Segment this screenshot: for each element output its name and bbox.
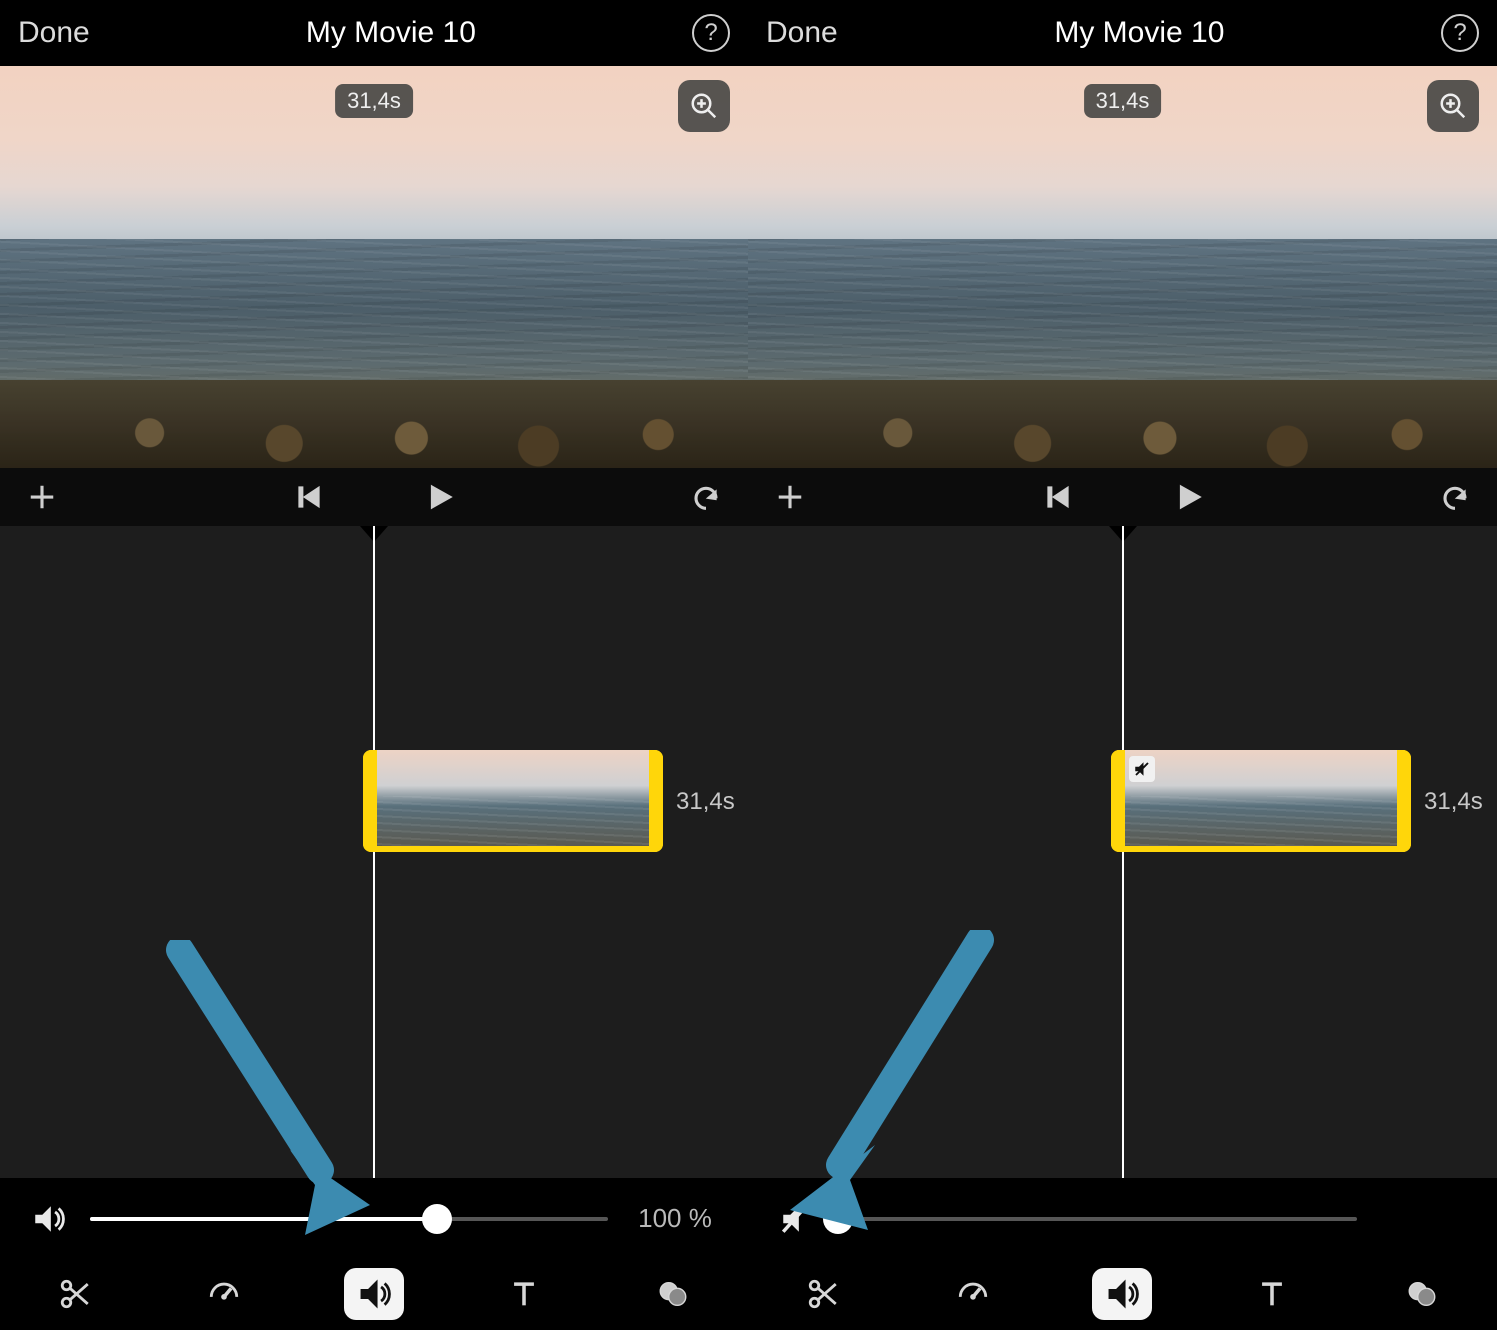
clip-duration-label: 31,4s [1424, 788, 1483, 816]
timeline[interactable]: 31,4s 100 % [0, 526, 748, 1330]
pane-left: Done My Movie 10 ? 31,4s [0, 0, 748, 1330]
play-button[interactable] [419, 477, 459, 517]
help-button[interactable]: ? [692, 14, 730, 52]
add-media-button[interactable] [22, 477, 62, 517]
undo-icon [1440, 482, 1470, 512]
speaker-icon [31, 1202, 65, 1236]
skip-to-start-icon [294, 482, 324, 512]
add-media-button[interactable] [770, 477, 810, 517]
edit-tabs [748, 1258, 1497, 1330]
volume-icon [1105, 1277, 1139, 1311]
top-bar: Done My Movie 10 ? [0, 0, 748, 66]
speaker-muted-icon [1133, 760, 1151, 778]
project-title: My Movie 10 [306, 16, 476, 50]
tab-cut[interactable] [45, 1268, 105, 1320]
volume-icon [357, 1277, 391, 1311]
clip-muted-badge [1129, 756, 1155, 782]
duration-badge: 31,4s [335, 84, 413, 118]
undo-button[interactable] [1435, 477, 1475, 517]
done-button[interactable]: Done [18, 16, 90, 50]
clip-trim-handle-right[interactable] [1397, 750, 1411, 852]
volume-slider[interactable] [90, 1199, 608, 1239]
playhead[interactable] [1122, 526, 1124, 1178]
play-icon [1173, 482, 1203, 512]
help-icon: ? [704, 19, 717, 47]
video-preview[interactable]: 31,4s [748, 66, 1497, 468]
done-button[interactable]: Done [766, 16, 838, 50]
volume-slider-thumb[interactable] [823, 1204, 853, 1234]
filters-icon [656, 1277, 690, 1311]
volume-slider-row [748, 1178, 1497, 1258]
playhead[interactable] [373, 526, 375, 1178]
transport-controls [748, 468, 1497, 526]
tab-cut[interactable] [793, 1268, 853, 1320]
scissors-icon [58, 1277, 92, 1311]
volume-icon-button[interactable] [776, 1199, 816, 1239]
tab-speed[interactable] [194, 1268, 254, 1320]
skip-to-start-button[interactable] [1038, 477, 1078, 517]
volume-percent-label: 100 % [630, 1203, 720, 1234]
top-bar: Done My Movie 10 ? [748, 0, 1497, 66]
timeline[interactable]: 31,4s [748, 526, 1497, 1330]
speedometer-icon [956, 1277, 990, 1311]
volume-slider-thumb[interactable] [422, 1204, 452, 1234]
play-icon [424, 482, 454, 512]
video-clip[interactable] [363, 750, 663, 852]
zoom-in-icon [1438, 91, 1468, 121]
zoom-in-icon [689, 91, 719, 121]
volume-slider-row: 100 % [0, 1178, 748, 1258]
undo-button[interactable] [686, 477, 726, 517]
tab-volume[interactable] [344, 1268, 404, 1320]
clip-trim-handle-left[interactable] [363, 750, 377, 852]
volume-slider[interactable] [838, 1199, 1357, 1239]
transport-controls [0, 468, 748, 526]
tab-speed[interactable] [943, 1268, 1003, 1320]
text-icon [1255, 1277, 1289, 1311]
zoom-in-button[interactable] [1427, 80, 1479, 132]
clip-duration-label: 31,4s [676, 788, 735, 816]
video-clip[interactable] [1111, 750, 1411, 852]
volume-icon-button[interactable] [28, 1199, 68, 1239]
edit-tabs [0, 1258, 748, 1330]
tab-text[interactable] [494, 1268, 554, 1320]
clip-thumbnails [1125, 750, 1397, 852]
speedometer-icon [207, 1277, 241, 1311]
speaker-muted-icon [779, 1202, 813, 1236]
video-preview[interactable]: 31,4s [0, 66, 748, 468]
filters-icon [1405, 1277, 1439, 1311]
plus-icon [27, 482, 57, 512]
tab-filters[interactable] [643, 1268, 703, 1320]
project-title: My Movie 10 [1054, 16, 1224, 50]
tab-text[interactable] [1242, 1268, 1302, 1320]
plus-icon [775, 482, 805, 512]
skip-to-start-button[interactable] [289, 477, 329, 517]
tab-volume[interactable] [1092, 1268, 1152, 1320]
scissors-icon [806, 1277, 840, 1311]
skip-to-start-icon [1043, 482, 1073, 512]
clip-trim-handle-right[interactable] [649, 750, 663, 852]
pane-right: Done My Movie 10 ? 31,4s [748, 0, 1497, 1330]
duration-badge: 31,4s [1084, 84, 1162, 118]
clip-thumbnails [377, 750, 649, 852]
volume-slider-fill [90, 1217, 437, 1221]
zoom-in-button[interactable] [678, 80, 730, 132]
text-icon [507, 1277, 541, 1311]
clip-trim-handle-left[interactable] [1111, 750, 1125, 852]
help-icon: ? [1453, 19, 1466, 47]
play-button[interactable] [1168, 477, 1208, 517]
help-button[interactable]: ? [1441, 14, 1479, 52]
undo-icon [691, 482, 721, 512]
tab-filters[interactable] [1392, 1268, 1452, 1320]
